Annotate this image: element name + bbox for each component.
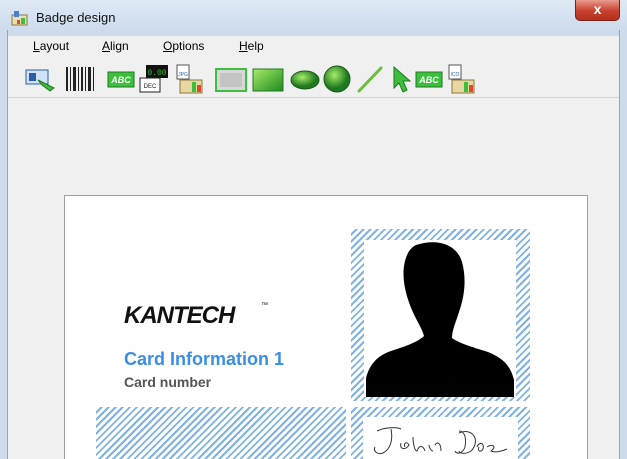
- card-number-field[interactable]: Card number: [124, 374, 211, 390]
- menu-layout[interactable]: Layout: [33, 39, 69, 53]
- title-bar: Badge design x: [0, 0, 627, 36]
- kantech-logo: KANTECH: [124, 302, 235, 329]
- svg-text:ICO: ICO: [451, 72, 460, 78]
- filled-rectangle-icon[interactable]: [251, 64, 285, 94]
- barcode-icon[interactable]: [64, 64, 98, 94]
- toolbar: ABC 0.00 DEC JPG ABC ICO: [8, 58, 619, 98]
- window-frame-right: [619, 30, 627, 459]
- svg-text:JPG: JPG: [178, 72, 188, 78]
- svg-text:DEC: DEC: [144, 84, 157, 90]
- menu-options[interactable]: Options: [163, 39, 204, 53]
- close-icon: x: [593, 1, 602, 17]
- logo-trademark: ™: [261, 302, 268, 309]
- close-button[interactable]: x: [575, 0, 620, 21]
- barcode-field[interactable]: [96, 407, 346, 459]
- svg-text:ABC: ABC: [418, 75, 439, 85]
- logo-image-icon[interactable]: ICO: [446, 64, 478, 94]
- ellipse-icon[interactable]: [288, 64, 322, 94]
- line-icon[interactable]: [355, 64, 385, 94]
- pointer-icon[interactable]: [388, 64, 416, 94]
- signature-image: [374, 427, 508, 454]
- menu-help[interactable]: Help: [239, 39, 264, 53]
- person-silhouette-icon: [366, 242, 514, 397]
- svg-text:ABC: ABC: [110, 75, 131, 85]
- badge-properties-icon[interactable]: [24, 64, 58, 94]
- photo-image-icon[interactable]: JPG: [174, 64, 206, 94]
- menu-align[interactable]: Align: [102, 39, 129, 53]
- window-frame-left: [0, 30, 8, 459]
- menu-bar: Layout Align Options Help: [8, 36, 619, 58]
- text-field-icon[interactable]: ABC: [106, 64, 136, 94]
- badge-design-window: Badge design x Layout Align Options Help: [0, 0, 627, 459]
- badge-app-icon: [11, 11, 28, 26]
- signature-placeholder: [363, 417, 518, 459]
- filled-circle-icon[interactable]: [320, 64, 354, 94]
- card-information-field[interactable]: Card Information 1: [124, 349, 284, 370]
- static-text-icon[interactable]: ABC: [414, 64, 444, 94]
- window-title: Badge design: [36, 10, 116, 25]
- svg-text:0.00: 0.00: [147, 69, 166, 78]
- counter-icon[interactable]: 0.00 DEC: [138, 64, 170, 94]
- rectangle-icon[interactable]: [214, 64, 248, 94]
- photo-placeholder: [364, 240, 516, 397]
